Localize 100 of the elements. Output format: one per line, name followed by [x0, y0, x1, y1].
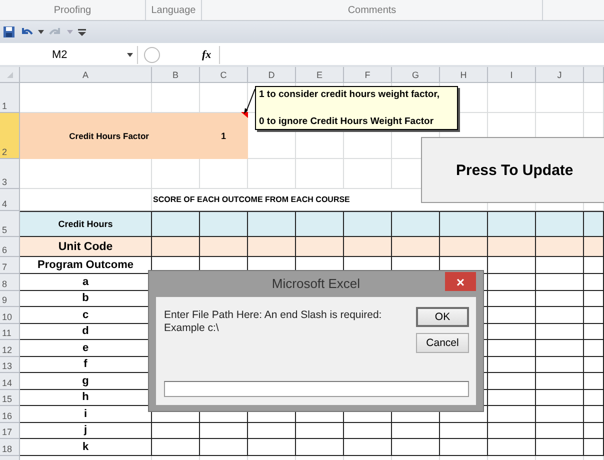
table-cell	[584, 439, 604, 456]
row-header[interactable]: 3	[0, 159, 20, 189]
column-header[interactable]: F	[344, 67, 392, 83]
ribbon-group-label: Proofing	[0, 0, 146, 20]
row-header[interactable]: 2	[0, 113, 20, 159]
row-header[interactable]: 12	[0, 340, 20, 356]
table-cell	[152, 439, 200, 456]
table-cell	[536, 257, 584, 274]
dialog-message: Enter File Path Here: An end Slash is required: Example c:\	[164, 309, 382, 335]
caret-icon[interactable]	[38, 30, 44, 34]
table-cell	[392, 237, 440, 257]
save-icon[interactable]	[3, 26, 15, 38]
row-header[interactable]: 18	[0, 439, 20, 456]
row-header[interactable]: 15	[0, 390, 20, 406]
dialog-button[interactable]: Cancel	[416, 333, 469, 353]
table-cell	[488, 211, 536, 237]
name-box[interactable]: M2	[0, 46, 138, 64]
table-cell	[584, 237, 604, 257]
close-button[interactable]: ×	[445, 272, 476, 291]
table-cell	[392, 439, 440, 456]
row-header[interactable]: 1	[0, 83, 20, 113]
table-cell	[488, 307, 536, 324]
table-cell	[536, 307, 584, 324]
table-cell	[584, 290, 604, 307]
table-cell	[536, 373, 584, 390]
table-cell	[536, 422, 584, 439]
table-cell	[440, 439, 488, 456]
table-cell	[248, 237, 296, 257]
row-header[interactable]: 4	[0, 189, 20, 211]
table-cell: Program Outcome	[20, 257, 152, 274]
row-header[interactable]: 13	[0, 356, 20, 373]
table-cell: Unit Code	[20, 237, 152, 257]
table-cell	[584, 356, 604, 373]
column-header[interactable]: C	[200, 67, 248, 83]
column-header[interactable]: D	[248, 67, 296, 83]
table-cell: j	[20, 422, 152, 439]
column-header[interactable]: J	[536, 67, 584, 83]
table-cell: Credit Hours	[20, 211, 152, 237]
table-cell	[344, 211, 392, 237]
row-header[interactable]: 14	[0, 373, 20, 390]
table-cell	[584, 324, 604, 340]
table-cell: 1	[200, 113, 248, 159]
table-cell	[536, 211, 584, 237]
table-cell	[296, 422, 344, 439]
update-button[interactable]: Press To Update	[421, 137, 604, 203]
table-cell	[200, 211, 248, 237]
table-cell	[296, 439, 344, 456]
table-cell	[488, 274, 536, 290]
table-cell	[392, 211, 440, 237]
table-cell	[536, 274, 584, 290]
customize-icon[interactable]	[78, 28, 86, 36]
table-cell	[584, 373, 604, 390]
table-cell	[152, 237, 200, 257]
column-header[interactable]: G	[392, 67, 440, 83]
table-cell	[536, 324, 584, 340]
row-header[interactable]: 6	[0, 237, 20, 257]
comment-text: 1 to consider credit hours weight factor,	[259, 89, 441, 100]
table-cell	[200, 422, 248, 439]
table-cell	[296, 237, 344, 257]
table-cell	[344, 422, 392, 439]
insert-function-button[interactable]: fx	[202, 49, 212, 61]
row-header[interactable]: 17	[0, 422, 20, 439]
row-header[interactable]: 5	[0, 211, 20, 237]
table-cell	[200, 159, 248, 189]
row-header[interactable]: 7	[0, 257, 20, 274]
column-header[interactable]: E	[296, 67, 344, 83]
column-header[interactable]: A	[20, 67, 152, 83]
row-header[interactable]: 8	[0, 274, 20, 290]
table-cell	[488, 439, 536, 456]
column-header[interactable]: H	[440, 67, 488, 83]
table-cell	[488, 390, 536, 406]
table-cell	[536, 340, 584, 356]
column-header[interactable]: I	[488, 67, 536, 83]
table-cell	[248, 439, 296, 456]
table-cell	[536, 237, 584, 257]
row-header[interactable]: 11	[0, 324, 20, 340]
table-cell	[488, 340, 536, 356]
table-cell	[392, 422, 440, 439]
ribbon-group-label: Language	[146, 0, 202, 20]
table-cell	[248, 159, 296, 189]
table-cell	[200, 439, 248, 456]
table-cell	[488, 257, 536, 274]
table-cell: Credit Hours Factor	[20, 113, 200, 159]
row-header[interactable]: 10	[0, 307, 20, 324]
table-cell	[152, 159, 200, 189]
table-cell	[440, 237, 488, 257]
table-cell	[296, 159, 344, 189]
column-header[interactable]: B	[152, 67, 200, 83]
input-field[interactable]	[164, 381, 469, 397]
table-cell	[536, 406, 584, 422]
row-header[interactable]: 16	[0, 406, 20, 422]
table-cell	[584, 340, 604, 356]
table-cell	[488, 324, 536, 340]
table-cell	[488, 356, 536, 373]
row-header[interactable]: 9	[0, 290, 20, 307]
table-cell	[536, 439, 584, 456]
table-cell	[536, 290, 584, 307]
dialog-button[interactable]: OK	[416, 307, 469, 327]
caret-icon[interactable]	[127, 53, 133, 57]
table-cell	[296, 211, 344, 237]
